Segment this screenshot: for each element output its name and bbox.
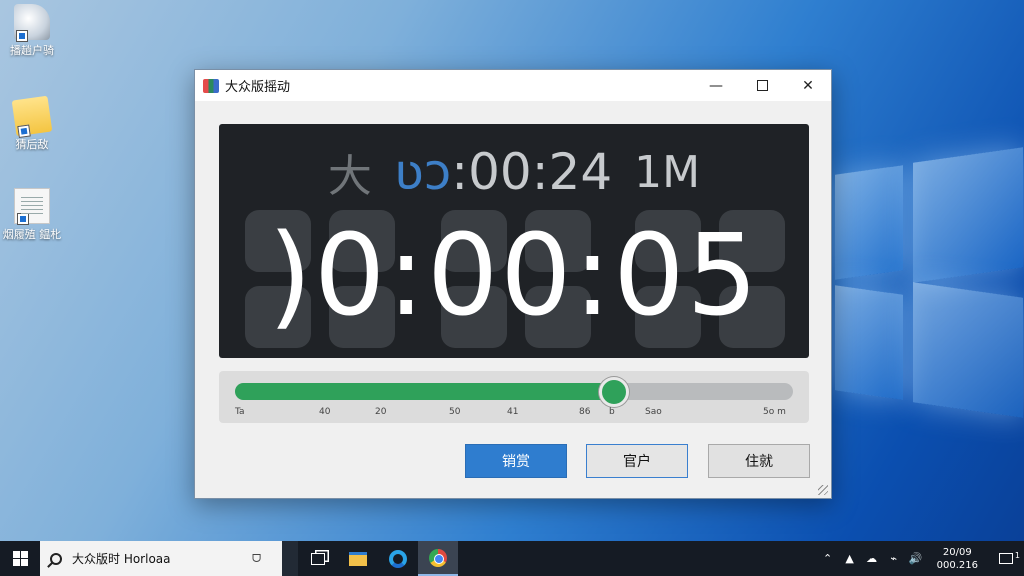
- chrome-button[interactable]: [418, 541, 458, 576]
- task-view-icon: [311, 552, 325, 565]
- progress-slider-panel: Ta 40 20 50 41 86 b Sao 5o m: [219, 371, 809, 423]
- close-button[interactable]: ✕: [785, 70, 831, 101]
- desktop-icon-label: 烟履殖 鎾朼: [2, 228, 62, 241]
- document-icon: [14, 188, 50, 225]
- window-title: 大众版摇动: [225, 80, 291, 95]
- readout-time: ʋɔ:00:24: [394, 143, 612, 201]
- desktop-icon-disk[interactable]: 播趟户骑: [0, 4, 64, 57]
- slider-tick-labels: Ta 40 20 50 41 86 b Sao 5o m: [235, 407, 793, 419]
- notification-center-button[interactable]: 1: [988, 551, 1024, 564]
- desktop-icon-label: 播趟户骑: [10, 44, 54, 57]
- disk-icon: [14, 4, 50, 42]
- windows-logo-wallpaper: [835, 147, 1024, 418]
- progress-slider[interactable]: [235, 377, 793, 407]
- chrome-browser-icon: [429, 548, 447, 567]
- desktop-icon-folder[interactable]: 猜后敌: [0, 95, 64, 151]
- tick-label: Sao: [645, 407, 662, 417]
- desktop-icon-document[interactable]: 烟履殖 鎾朼: [0, 188, 64, 241]
- readout-unit: 1M: [634, 146, 701, 198]
- volume-icon[interactable]: 🔊: [907, 552, 925, 565]
- readout-time-value: :00:24: [451, 143, 613, 201]
- taskbar-divider: [282, 541, 298, 576]
- folder-icon: [11, 95, 53, 139]
- primary-button[interactable]: 销赏: [465, 444, 567, 478]
- taskbar-search-box[interactable]: 大众版时 Horloaa ᗜ: [40, 541, 282, 576]
- tick-label: 40: [319, 407, 331, 417]
- tick-label: 50: [449, 407, 461, 417]
- main-timer-value: )0:00:05: [268, 211, 760, 341]
- title-bar[interactable]: 大众版摇动 — ✕: [195, 70, 831, 101]
- tick-label: 20: [375, 407, 387, 417]
- chevron-up-icon[interactable]: ⌃: [819, 552, 837, 565]
- edge-browser-icon: [389, 549, 407, 568]
- app-logo-icon: [203, 78, 219, 93]
- timer-display: 大 ʋɔ:00:24 1M )0:00:05: [219, 124, 809, 358]
- readout-prefix: ʋɔ: [393, 143, 452, 201]
- maximize-icon: [756, 80, 768, 91]
- secondary-button[interactable]: 官户: [586, 444, 688, 478]
- windows-start-icon: [12, 551, 28, 566]
- minimize-button[interactable]: —: [693, 70, 739, 101]
- secondary-time-readout: 大 ʋɔ:00:24 1M: [219, 143, 809, 202]
- tick-label: Ta: [235, 407, 245, 417]
- search-input[interactable]: 大众版时 Horloaa: [72, 550, 252, 567]
- notification-icon: [999, 553, 1013, 564]
- tick-label: 86: [579, 407, 591, 417]
- clock-date: 20/09: [942, 546, 972, 558]
- microphone-icon[interactable]: ᗜ: [252, 552, 282, 566]
- taskbar: 大众版时 Horloaa ᗜ ⌃ ▲ ☁ ⌁ 🔊 20/09 000.216 1: [0, 541, 1024, 576]
- tertiary-button[interactable]: 住就: [708, 444, 810, 478]
- app-window: 大众版摇动 — ✕ 大 ʋɔ:00:24 1M )0:00:05 Ta 40 2…: [194, 69, 832, 499]
- resize-grip-icon[interactable]: [818, 485, 828, 495]
- network-icon[interactable]: ⌁: [885, 552, 903, 565]
- readout-left-label: 大: [327, 151, 372, 202]
- tick-label: b: [609, 407, 615, 417]
- desktop-icon-label: 猜后敌: [15, 138, 49, 151]
- search-icon: [50, 552, 62, 565]
- task-view-button[interactable]: [298, 541, 338, 576]
- slider-fill: [235, 383, 615, 400]
- maximize-button[interactable]: [739, 70, 785, 101]
- tray-arrow-icon[interactable]: ▲: [841, 552, 859, 565]
- slider-thumb[interactable]: [599, 377, 630, 407]
- file-explorer-button[interactable]: [338, 541, 378, 576]
- taskbar-clock[interactable]: 20/09 000.216: [927, 546, 988, 572]
- tick-label: 5o m: [763, 407, 786, 417]
- start-button[interactable]: [0, 541, 40, 576]
- notification-count: 1: [1014, 551, 1020, 560]
- cloud-icon[interactable]: ☁: [863, 552, 881, 565]
- edge-button[interactable]: [378, 541, 418, 576]
- file-explorer-icon: [349, 551, 367, 566]
- clock-time: 000.216: [936, 559, 978, 571]
- tick-label: 41: [507, 407, 519, 417]
- system-tray: ⌃ ▲ ☁ ⌁ 🔊 20/09 000.216 1: [817, 541, 1024, 576]
